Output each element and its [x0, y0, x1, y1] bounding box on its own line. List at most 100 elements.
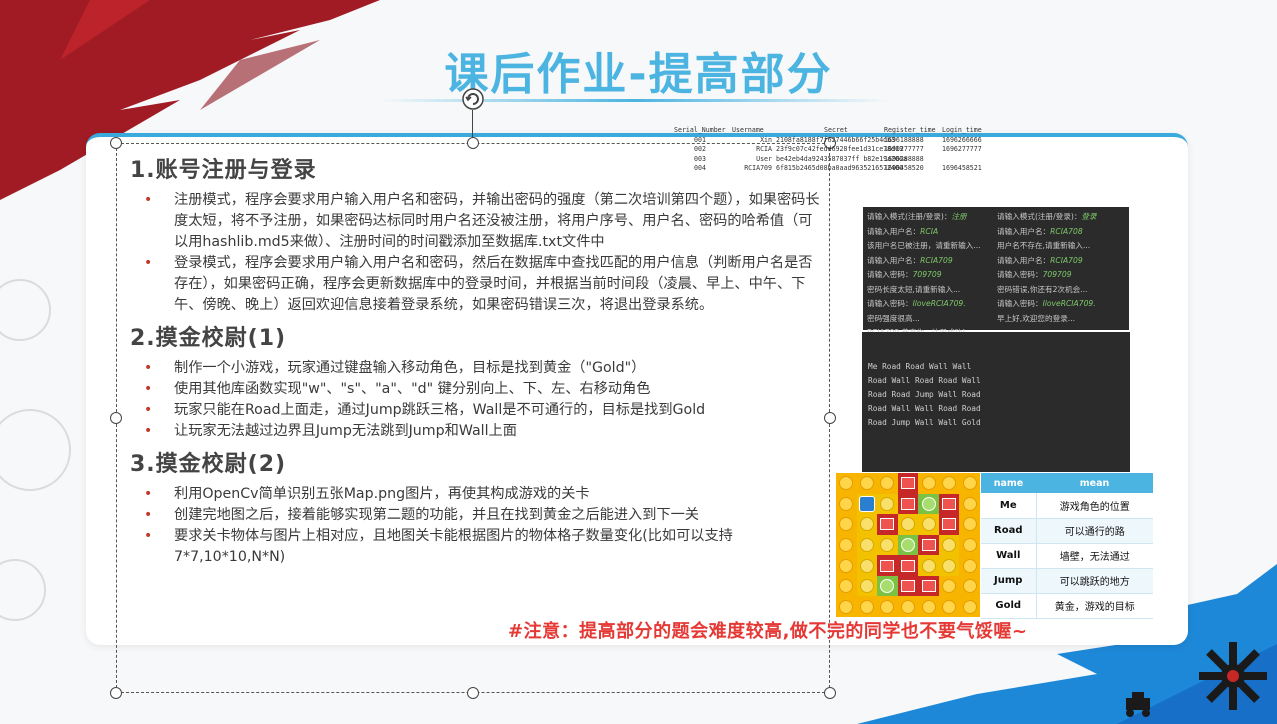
terminal-input: RCIA709: [1050, 255, 1083, 265]
wall-icon: [921, 580, 936, 593]
terminal-line: 密码长度太短,请重新输入...: [867, 283, 995, 298]
map-cell-gold: [959, 493, 980, 515]
db-cell: 1696458521: [942, 164, 982, 172]
terminal-prompt: 该用户名已被注册，请重新输入...: [867, 241, 981, 250]
resize-handle-bl[interactable]: [110, 687, 122, 699]
resize-handle-ml[interactable]: [110, 412, 122, 424]
road-icon: [900, 517, 915, 532]
db-cell: 1696288888: [884, 154, 924, 163]
terminal-line: 请输入用户名：RCIA: [867, 225, 995, 240]
map-cell-gold: [959, 534, 980, 556]
terminal-register-login: 请输入模式(注册/登录)：注册 请输入用户名：RCIA 该用户名已被注册，请重新输入…: [863, 207, 1129, 337]
terminal-map-line: Road Wall Wall Road Road: [868, 404, 981, 413]
terminal-prompt: 请输入模式(注册/登录)：: [867, 212, 952, 221]
gold-icon: [942, 579, 957, 594]
selection-box[interactable]: [116, 143, 830, 693]
map-cell-wall: [877, 514, 898, 535]
map-cell-gold: [938, 473, 960, 494]
map-cell-road: [877, 493, 898, 515]
resize-handle-mr[interactable]: [824, 412, 836, 424]
terminal-input: IloveRCIA709.: [912, 299, 966, 308]
terminal-prompt: 请输入用户名：: [997, 255, 1051, 265]
resize-handle-br[interactable]: [824, 687, 836, 699]
terminal-map-line: Road Road Jump Wall Road: [868, 390, 981, 399]
map-cell-road: [856, 514, 878, 535]
gold-icon: [921, 476, 936, 491]
gold-icon: [962, 599, 977, 614]
terminal-input: 709709: [1042, 270, 1072, 279]
game-map-grid: [836, 473, 980, 617]
terminal-line: 密码错误,你还有2次机会...: [997, 283, 1125, 298]
wall-icon: [900, 580, 915, 593]
legend-mean: 游戏角色的位置: [1036, 493, 1153, 519]
map-cell-road: [877, 534, 898, 556]
db-cell: 6f815b2465d08ba0aad9635216572400: [776, 164, 904, 172]
database-table: Serial_Number Username Secret Register_t…: [674, 126, 1024, 174]
gold-icon: [839, 579, 854, 594]
legend-name: Wall: [981, 543, 1037, 569]
terminal-line: 请输入用户名：RCIA709: [997, 254, 1125, 269]
gold-icon: [962, 476, 977, 491]
gold-icon: [962, 579, 977, 594]
wall-icon: [921, 538, 936, 551]
robot-icon: [1126, 692, 1150, 717]
legend-name: Road: [981, 518, 1037, 544]
note-text: #注意：提高部分的题会难度较高,做不完的同学也不要气馁喔~: [508, 621, 1028, 642]
gold-icon: [962, 537, 977, 552]
gold-icon: [962, 558, 977, 573]
terminal-prompt: 请输入密码：: [867, 299, 913, 308]
map-cell-road: [856, 555, 878, 576]
map-cell-gold: [918, 473, 939, 494]
gold-icon: [839, 496, 854, 511]
map-cell-jump: [897, 534, 919, 556]
terminal-line: 用户名不存在,请重新输入...: [997, 239, 1125, 254]
table-row: Me 游戏角色的位置: [981, 493, 1153, 519]
gold-icon: [859, 599, 874, 614]
terminal-login-column: 请输入模式(注册/登录)：登录 请输入用户名：RCIA708 用户名不存在,请重新输…: [997, 210, 1125, 326]
map-cell-gold: [836, 534, 857, 556]
db-header: Serial_Number: [674, 126, 726, 134]
db-cell: 2108fa8188f7f627446b66f25b4db3: [776, 135, 896, 144]
map-cell-wall: [918, 575, 939, 597]
gold-icon: [921, 599, 936, 614]
table-row: Jump 可以跳跃的地方: [981, 568, 1153, 594]
legend-header-row: name mean: [981, 473, 1153, 493]
db-cell: 23f9c07c42fedd6928fee1d31ce78d19: [776, 145, 904, 153]
map-cell-gold: [959, 555, 980, 576]
terminal-prompt: 请输入密码：: [997, 270, 1043, 279]
wall-icon: [942, 497, 957, 510]
gold-icon: [962, 517, 977, 532]
wall-icon: [880, 559, 895, 572]
db-cell: 001: [694, 135, 706, 144]
jump-icon: [880, 579, 895, 594]
map-cell-gold: [959, 473, 980, 494]
resize-handle-tl[interactable]: [110, 137, 122, 149]
me-icon: [858, 495, 875, 512]
map-cell-gold: [836, 514, 857, 535]
road-icon: [880, 537, 895, 552]
rotate-handle-icon[interactable]: [461, 87, 485, 111]
terminal-input: 709709: [912, 270, 942, 279]
map-cell-gold: [897, 596, 919, 617]
resize-handle-tc[interactable]: [467, 137, 479, 149]
db-header-row: Serial_Number Username Secret Register_t…: [674, 126, 1024, 136]
terminal-prompt: 用户名不存在,请重新输入...: [997, 241, 1091, 250]
wall-icon: [900, 477, 915, 490]
terminal-map-output: Me Road Road Wall Wall Road Wall Road Roa…: [862, 332, 1130, 472]
gold-icon: [962, 496, 977, 511]
map-cell-jump: [877, 575, 898, 597]
resize-handle-bc[interactable]: [467, 687, 479, 699]
map-cell-wall: [918, 534, 939, 556]
map-cell-gold: [836, 596, 857, 617]
map-cell-gold: [938, 596, 960, 617]
legend-header: name: [981, 473, 1036, 493]
terminal-map-line: Road Jump Wall Wall Gold: [868, 418, 981, 427]
wall-icon: [942, 518, 957, 531]
terminal-line: 早上好,欢迎您的登录...: [997, 312, 1125, 327]
map-cell-gold: [836, 493, 857, 515]
legend-name: Jump: [981, 568, 1037, 594]
legend-name: Me: [981, 493, 1037, 519]
wall-icon: [900, 559, 915, 572]
db-cell: 004: [694, 164, 706, 172]
db-cell: 002: [694, 145, 706, 153]
